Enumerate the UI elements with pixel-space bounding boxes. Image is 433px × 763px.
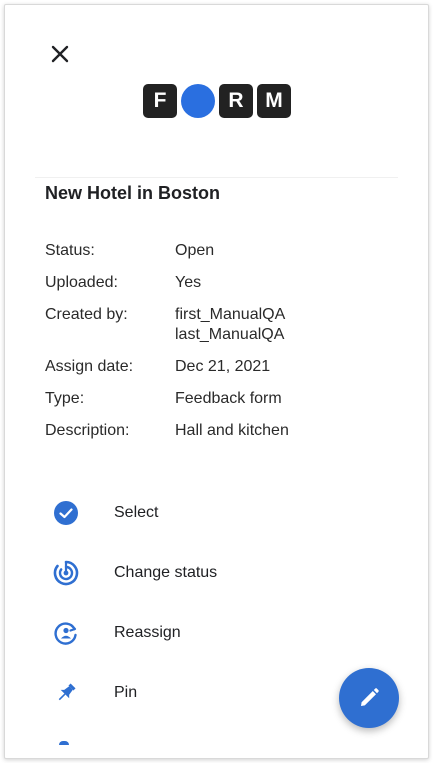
action-reassign[interactable]: Reassign (5, 603, 428, 663)
detail-value: Dec 21, 2021 (175, 358, 271, 375)
pin-icon (52, 679, 80, 707)
action-label: Select (114, 504, 159, 521)
detail-value: Feedback form (175, 390, 282, 407)
detail-row-assign-date: Assign date: Dec 21, 2021 (45, 357, 405, 377)
action-label: Change status (114, 564, 218, 581)
form-logo: F R M (143, 83, 291, 119)
reassign-icon (52, 619, 80, 647)
detail-label: Status: (45, 242, 95, 259)
partial-next-action-icon (59, 741, 69, 745)
bottom-sheet: F R M New Hotel in Boston Status: Open U… (4, 4, 429, 759)
detail-label: Description: (45, 422, 130, 439)
detail-row-type: Type: Feedback form (45, 389, 405, 409)
action-change-status[interactable]: Change status (5, 543, 428, 603)
record-title: New Hotel in Boston (45, 183, 220, 203)
edit-fab-button[interactable] (339, 668, 399, 728)
record-details: Status: Open Uploaded: Yes Created by: f… (45, 241, 405, 453)
detail-label: Type: (45, 390, 85, 407)
detail-row-status: Status: Open (45, 241, 405, 261)
logo-letter-r: R (219, 84, 253, 118)
detail-label: Created by: (45, 306, 128, 323)
edit-pencil-icon (361, 688, 379, 706)
logo-letter-m: M (257, 84, 291, 118)
detail-value: Yes (175, 274, 202, 291)
check-circle-icon (52, 499, 80, 527)
status-icon (52, 559, 80, 587)
detail-value: Hall and kitchen (175, 422, 289, 439)
detail-value: Open (175, 242, 215, 259)
close-icon (51, 45, 69, 63)
detail-row-created-by: Created by: first_ManualQA last_ManualQA (45, 305, 405, 345)
detail-label: Assign date: (45, 358, 134, 375)
logo-letter-f: F (143, 84, 177, 118)
divider (35, 177, 398, 178)
close-button[interactable] (47, 41, 73, 67)
detail-row-description: Description: Hall and kitchen (45, 421, 405, 441)
detail-row-uploaded: Uploaded: Yes (45, 273, 405, 293)
action-select[interactable]: Select (5, 483, 428, 543)
detail-label: Uploaded: (45, 274, 118, 291)
detail-value: first_ManualQA last_ManualQA (175, 306, 286, 343)
action-label: Pin (114, 684, 138, 701)
logo-dot (181, 84, 215, 118)
action-label: Reassign (114, 624, 181, 641)
